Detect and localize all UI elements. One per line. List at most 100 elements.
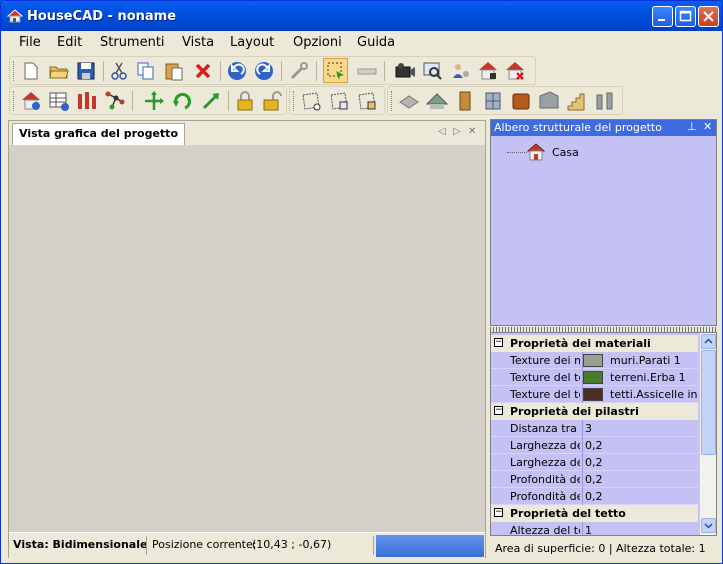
toolbar-separator [316, 61, 317, 81]
pillars-icon[interactable] [76, 90, 98, 112]
property-row[interactable]: Profondità dei pilastri 0,2 [491, 488, 698, 505]
collapse-icon[interactable]: − [494, 338, 503, 347]
paste-icon[interactable] [163, 60, 185, 82]
scroll-down-button[interactable] [701, 518, 716, 533]
app-icon [7, 9, 23, 23]
position-value: (10,43 ; -0,67) [252, 538, 332, 551]
category-pillars[interactable]: − Proprietà dei pilastri [491, 403, 698, 420]
open-folder-icon[interactable] [48, 60, 70, 82]
house-view-icon[interactable] [20, 90, 42, 112]
scroll-thumb[interactable] [701, 350, 716, 455]
camera-icon[interactable] [394, 60, 416, 82]
maximize-icon [679, 10, 692, 22]
stairs-gray-icon[interactable] [538, 90, 560, 112]
save-icon[interactable] [75, 60, 97, 82]
menu-opzioni[interactable]: Opzioni [293, 35, 342, 50]
toolbar-separator [220, 61, 221, 81]
property-row[interactable]: Profondità dei pilastri 0,2 [491, 471, 698, 488]
move-icon[interactable] [143, 90, 165, 112]
toolbar-grip[interactable] [293, 91, 297, 111]
collapse-icon[interactable]: − [494, 406, 503, 415]
property-row[interactable]: Altezza del tetto 1 [491, 522, 698, 535]
cut-icon[interactable] [108, 60, 130, 82]
property-row[interactable]: Texture del tetto tetti.Assicelle in ced… [491, 386, 716, 403]
roof-icon[interactable] [426, 90, 448, 112]
door-icon[interactable] [454, 90, 476, 112]
window-icon[interactable] [482, 90, 504, 112]
collapse-icon[interactable]: − [494, 508, 503, 517]
category-label: Proprietà dei pilastri [510, 405, 639, 418]
copy-icon[interactable] [135, 60, 157, 82]
status-divider: | [608, 542, 613, 555]
unlock-icon[interactable] [261, 90, 283, 112]
undo-icon[interactable] [226, 60, 248, 82]
tree-item-casa[interactable]: Casa [552, 146, 579, 159]
paste-point-icon[interactable] [356, 90, 378, 112]
toolbar-grip[interactable] [13, 91, 17, 111]
property-value: muri.Parati 1 [610, 354, 681, 367]
copy-point-icon[interactable] [328, 90, 350, 112]
property-row[interactable]: Texture del terreno terreni.Erba 1 [491, 369, 698, 386]
panel-close-icon[interactable]: ✕ [703, 120, 712, 133]
tab-graphic-view[interactable]: Vista grafica del progetto [12, 123, 185, 145]
house-remove-icon[interactable] [504, 60, 526, 82]
toolbar-grip[interactable] [13, 61, 17, 81]
category-label: Proprietà del tetto [510, 507, 626, 520]
tab-strip: Vista grafica del progetto ◁ ▷ ✕ [9, 121, 485, 146]
property-row[interactable]: Larghezza dei pilastri 0,2 [491, 454, 698, 471]
category-label: Proprietà dei materiali [510, 337, 651, 350]
measure-icon[interactable] [356, 60, 378, 82]
wrench-icon[interactable] [288, 60, 310, 82]
select-tool-button[interactable] [323, 58, 348, 83]
view-mode-status: Vista: Bidimensionale [13, 538, 148, 551]
properties-scrollbar[interactable] [699, 333, 716, 535]
user-settings-icon[interactable] [450, 60, 472, 82]
maximize-button[interactable] [675, 6, 696, 27]
menu-layout[interactable]: Layout [230, 35, 274, 50]
minimize-icon [658, 19, 665, 21]
drawing-canvas[interactable] [9, 145, 485, 532]
status-progress-area [376, 535, 484, 557]
menu-edit[interactable]: Edit [57, 35, 82, 50]
category-roof[interactable]: − Proprietà del tetto [491, 505, 698, 522]
category-materials[interactable]: − Proprietà dei materiali [491, 335, 698, 352]
pin-icon[interactable]: ⊥ [687, 120, 697, 133]
texture-swatch [583, 388, 603, 401]
table-icon[interactable] [48, 90, 70, 112]
project-tree-panel: Albero strutturale del progetto ⊥ ✕ Casa [490, 119, 717, 326]
furniture-icon[interactable] [510, 90, 532, 112]
tab-close-icon[interactable]: ✕ [468, 126, 476, 137]
preview-icon[interactable] [421, 60, 443, 82]
property-row[interactable]: Larghezza dei pilastri 0,2 [491, 437, 698, 454]
resize-icon[interactable] [200, 90, 222, 112]
menu-guida[interactable]: Guida [357, 35, 395, 50]
tab-scroll-left-icon[interactable]: ◁ [438, 126, 446, 137]
stairs-icon[interactable] [566, 90, 588, 112]
columns-icon[interactable] [594, 90, 616, 112]
minimize-button[interactable] [652, 6, 673, 27]
add-point-icon[interactable] [300, 90, 322, 112]
position-label: Posizione corrente: [152, 538, 257, 551]
delete-icon[interactable] [192, 60, 214, 82]
property-row[interactable]: Texture dei muri muri.Parati 1 [491, 352, 698, 369]
rotate-icon[interactable] [171, 90, 193, 112]
menu-file[interactable]: File [19, 35, 41, 50]
column-divider [582, 420, 583, 437]
new-file-icon[interactable] [20, 60, 42, 82]
tab-scroll-right-icon[interactable]: ▷ [453, 126, 461, 137]
property-value: 0,2 [585, 456, 603, 469]
lock-icon[interactable] [234, 90, 256, 112]
floor-icon[interactable] [398, 90, 420, 112]
redo-icon[interactable] [253, 60, 275, 82]
node-tree-icon[interactable] [104, 90, 126, 112]
status-bar: Vista: Bidimensionale Posizione corrente… [9, 532, 485, 558]
house-settings-icon[interactable] [477, 60, 499, 82]
close-button[interactable] [698, 6, 719, 27]
menu-vista[interactable]: Vista [182, 35, 214, 50]
title-bar[interactable]: HouseCAD - noname [1, 1, 722, 31]
property-row[interactable]: Distanza tra i pilastri 3 [491, 420, 698, 437]
toolbar-grip[interactable] [391, 91, 395, 111]
menu-strumenti[interactable]: Strumenti [100, 35, 165, 50]
graphic-view-panel: Vista grafica del progetto ◁ ▷ ✕ Vista: … [8, 120, 486, 558]
scroll-up-button[interactable] [701, 334, 716, 349]
